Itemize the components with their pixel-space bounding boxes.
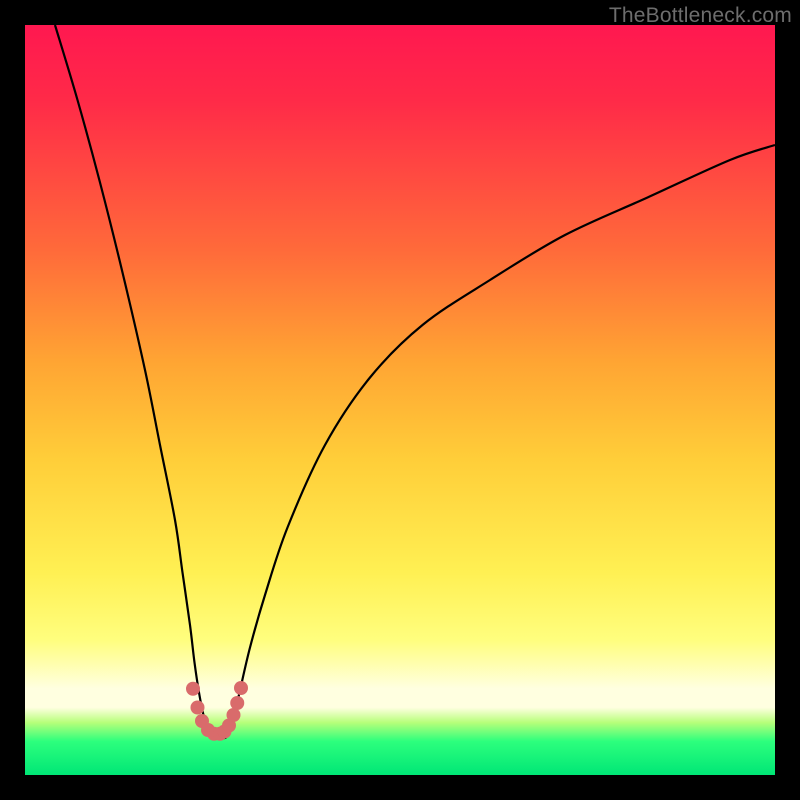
watermark-text: TheBottleneck.com: [609, 4, 792, 28]
bottleneck-curve-svg: [25, 25, 775, 775]
highlight-marker: [227, 708, 241, 722]
highlight-marker: [191, 701, 205, 715]
highlight-markers: [186, 681, 248, 741]
chart-plot-area: [25, 25, 775, 775]
highlight-marker: [186, 682, 200, 696]
highlight-marker: [230, 696, 244, 710]
bottleneck-curve-path: [55, 25, 775, 738]
highlight-marker: [234, 681, 248, 695]
